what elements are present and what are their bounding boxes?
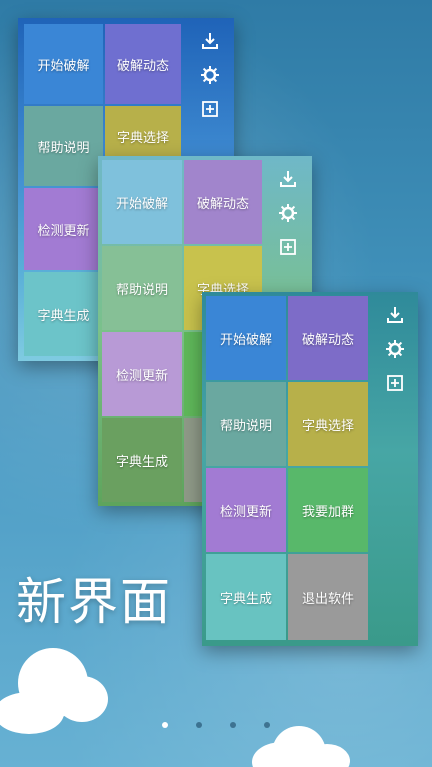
screenshot-panel-front: 开始破解 破解动态 帮助说明 字典选择 检测更新 我要加群 字典生成 退出软件 [202,292,418,646]
tile-dict-generate[interactable]: 字典生成 [206,554,286,640]
tile-help[interactable]: 帮助说明 [206,382,286,466]
side-toolbar [372,292,418,646]
carousel-dot[interactable] [264,722,270,728]
tile-help[interactable]: 帮助说明 [102,246,182,330]
tile-crack-news[interactable]: 破解动态 [105,24,181,104]
gear-icon[interactable] [384,338,406,360]
add-icon[interactable] [384,372,406,394]
tile-check-update[interactable]: 检测更新 [24,188,103,270]
tile-start-crack[interactable]: 开始破解 [206,296,286,380]
download-icon[interactable] [199,30,221,52]
carousel-indicator [0,722,432,732]
tile-crack-news[interactable]: 破解动态 [184,160,262,244]
gear-icon[interactable] [199,64,221,86]
tile-start-crack[interactable]: 开始破解 [24,24,103,104]
tile-dict-generate[interactable]: 字典生成 [24,272,103,356]
tile-help[interactable]: 帮助说明 [24,106,103,186]
tile-dict-generate[interactable]: 字典生成 [102,418,182,502]
carousel-dot[interactable] [230,722,236,728]
tile-check-update[interactable]: 检测更新 [206,468,286,552]
tile-start-crack[interactable]: 开始破解 [102,160,182,244]
tile-join-group[interactable]: 我要加群 [288,468,368,552]
tile-crack-news[interactable]: 破解动态 [288,296,368,380]
tile-dict-select[interactable]: 字典选择 [288,382,368,466]
add-icon[interactable] [199,98,221,120]
gear-icon[interactable] [277,202,299,224]
headline: 新界面 [16,573,172,631]
carousel-dot[interactable] [162,722,168,728]
tile-exit[interactable]: 退出软件 [288,554,368,640]
download-icon[interactable] [277,168,299,190]
add-icon[interactable] [277,236,299,258]
download-icon[interactable] [384,304,406,326]
carousel-dot[interactable] [196,722,202,728]
tile-check-update[interactable]: 检测更新 [102,332,182,416]
